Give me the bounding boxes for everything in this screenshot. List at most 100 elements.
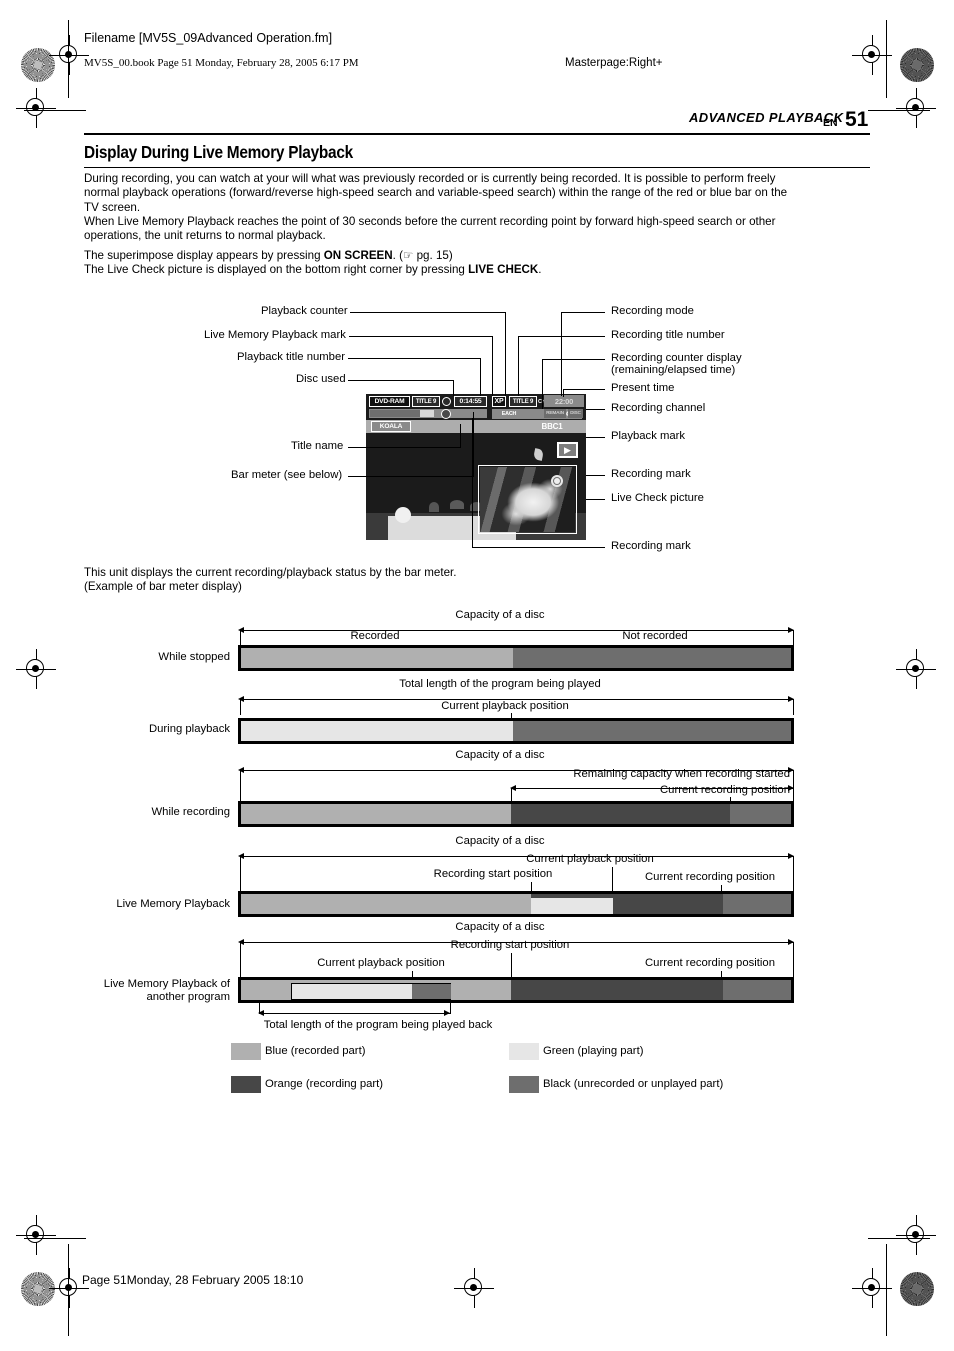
dim-capacity-disc-2: Capacity of a disc [455,749,545,761]
registration-mark-mid-left [16,649,56,689]
halftone-target-top-left [21,48,55,82]
registration-mark-lower-right-outer [896,1215,936,1255]
bar-meter-intro-line-2: (Example of bar meter display) [84,580,242,594]
osd-title-name: KOALA [371,421,411,432]
legend-label-green: Green (playing part) [543,1045,644,1057]
osd-playback-counter: 0:14:55 [454,396,487,407]
registration-mark-bottom-left [49,1268,89,1308]
leader-live-check-h [586,499,605,500]
osd-disc-used: DVD-RAM [369,396,410,407]
leader-present-time-h [563,389,605,390]
seg-lmpa-remaining [723,980,791,1000]
leader-bar-meter-v [473,412,474,477]
leader-recording-mark-lower-v [472,418,473,548]
tv-palm-2 [450,500,464,509]
seg-lmp-playing-cap [531,894,613,898]
bar-meter-live-memory-playback [238,891,794,917]
header-rule [84,133,870,136]
leader-live-memory-mark-h [349,336,493,337]
halftone-target-bottom-left [21,1272,55,1306]
callout-playback-mark: Playback mark [611,430,686,442]
intro-paragraphs: During recording, you can watch at your … [84,172,874,243]
note-1-pre: The superimpose display appears by press… [84,249,324,262]
osd-disc-tag: DISC [568,409,583,418]
halftone-target-bottom-right [900,1272,934,1306]
tick-3-start [240,770,241,803]
note-lines: The superimpose display appears by press… [84,249,874,278]
callout-playback-counter: Playback counter [261,305,348,317]
bar-meter-while-stopped [238,645,794,671]
callout-bar-meter: Bar meter (see below) [231,469,343,481]
crop-line-top-left-vertical [68,20,69,98]
leader-live-memory-mark-v [492,336,493,396]
dim-not-recorded: Not recorded [622,630,688,642]
note-1-ref: pg. 15) [413,249,453,262]
filename-header: Filename [MV5S_09Advanced Operation.fm] [84,31,333,45]
registration-mark-upper-left-outer [16,88,56,128]
tick-5-start [240,942,241,979]
intro-line-4: When Live Memory Playback reaches the po… [84,214,776,228]
row-label-live-memory-playback-another-2: another program [146,991,230,1003]
leader-bar-meter-h [348,476,474,477]
callout-disc-used: Disc used [296,373,346,385]
page-number: 51 [845,108,869,131]
seg-playback-unplayed [513,721,791,741]
halftone-target-top-right [900,48,934,82]
tick-2-end [793,699,794,715]
leader-playback-title-h [348,358,481,359]
note-1-post: . ( [392,249,403,262]
playback-mark-icon: ▶ [557,442,578,458]
bar-meter-intro: This unit displays the current recording… [84,566,784,595]
intro-line-5: operations, the unit returns to normal p… [84,229,326,243]
dim-current-recording-position-3: Current recording position [660,784,790,796]
leader-recording-mark-lower-h [472,547,605,548]
leader-recording-title-h [562,336,605,337]
bar-meter-live-memory-playback-another [238,977,794,1003]
crop-line-upper-left-horizontal [24,110,86,111]
bar-meter-during-playback [238,718,794,744]
tick-5b-end [450,1003,451,1014]
seg-lmpa-recording [511,980,723,1000]
leader-recording-mode-h [561,312,605,313]
dim-recording-start-position-5: Recording start position [450,939,570,951]
seg-recording-remaining [730,804,791,824]
legend-swatch-black [509,1076,539,1093]
seg-lmpa-subprogram-unplayed [412,984,451,999]
intro-line-3: TV screen. [84,200,141,214]
seg-stopped-recorded [241,648,513,668]
tv-sun [395,507,411,523]
dim-capacity-disc-1: Capacity of a disc [455,609,545,621]
seg-stopped-not-recorded [513,648,791,668]
legend-swatch-green [509,1043,539,1060]
callout-present-time: Present time [611,382,675,394]
arrowhead-left-4 [238,853,244,859]
registration-mark-mid-right [896,649,936,689]
callout-live-check-picture: Live Check picture [611,492,704,504]
page-ref-icon: ☞ [402,249,414,262]
legend-label-blue: Blue (recorded part) [265,1045,366,1057]
osd-bar-meter-playing [420,410,434,417]
crop-line-top-right-vertical [886,20,887,98]
osd-recording-mode: XP [492,396,506,407]
dim-total-length-played-back: Total length of the program being played… [263,1019,493,1031]
masterpage-header: Masterpage:Right+ [565,57,663,69]
playback-mark-glyph: ▶ [564,444,571,455]
tick-1-start [240,630,241,645]
running-head-lang: EN [823,117,838,129]
crop-line-bottom-left-vertical [68,1244,69,1336]
legend-swatch-orange [231,1076,261,1093]
live-check-picture-frame [478,465,577,534]
crop-line-upper-right-horizontal [868,110,930,111]
osd-channel-name: BBC1 [541,422,563,431]
dim-recorded: Recorded [350,630,400,642]
note-2-post: . [538,263,542,277]
seg-recording-recorded [241,804,511,824]
callout-recording-mark-lower: Recording mark [611,540,691,552]
osd-remain-tag: REMAIN [544,409,566,418]
live-check-button-name: LIVE CHECK [468,263,539,277]
running-head-chapter: ADVANCED PLAYBACK [689,110,844,125]
dim-total-length-played: Total length of the program being played [399,678,601,690]
intro-line-1: During recording, you can watch at your … [84,172,776,185]
bar-meter-while-recording [238,801,794,827]
note-line-2: The Live Check picture is displayed on t… [84,263,874,277]
